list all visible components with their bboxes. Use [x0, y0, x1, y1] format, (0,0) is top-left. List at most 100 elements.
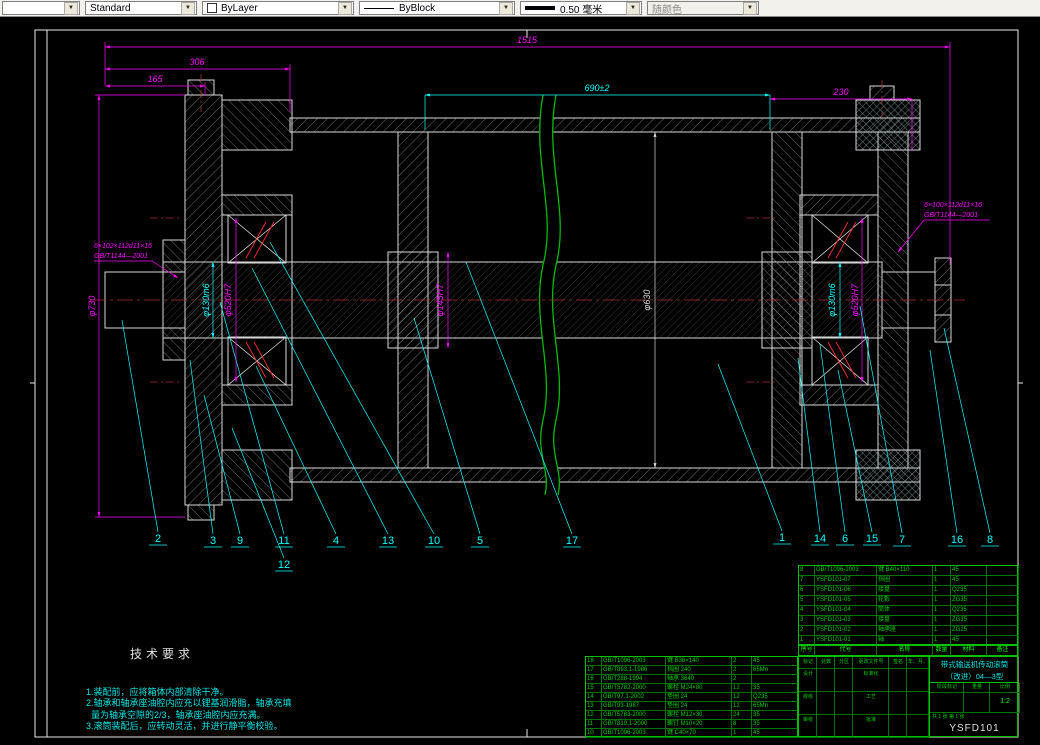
balloon-label: 1: [779, 532, 785, 544]
table-cell: YSFD101-05: [815, 596, 877, 606]
table-cell: 签名: [889, 657, 907, 669]
table-cell: 接盘: [877, 586, 933, 596]
table-cell: Q235: [951, 606, 987, 616]
right-bearing-bottom: [811, 336, 869, 386]
table-cell: ZG25: [951, 626, 987, 636]
technical-requirements: 技术要求 1.装配前，应将箱体内部清除干净。 2.轴承和轴承座油腔内应充以锂基润滑…: [86, 626, 292, 744]
balloon-label: 5: [477, 535, 483, 547]
drawing-number: YSFD101: [949, 723, 1000, 734]
table-cell: 键 B36×140: [666, 657, 732, 666]
balloon-label: 10: [428, 535, 440, 547]
balloon-label: 12: [278, 559, 290, 571]
table-cell: [835, 669, 853, 692]
table-cell: [907, 669, 929, 692]
table-cell: 2: [732, 657, 752, 666]
balloon-label: 2: [155, 533, 161, 545]
table-cell: YSFD101-07: [815, 576, 877, 586]
title-block-bottom: 共 1 张 第 1 张 YSFD101: [929, 713, 1019, 738]
table-cell: [889, 692, 907, 715]
table-cell: 4: [799, 606, 815, 616]
sheet-info: 共 1 张 第 1 张: [932, 714, 965, 720]
table-cell: [987, 616, 1019, 626]
table-cell: [835, 715, 853, 738]
table-cell: 螺钉 M10×20: [666, 720, 732, 729]
callout-left-line1: 6×102×112d11×16: [94, 243, 152, 250]
plotstyle-combo[interactable]: 随颜色 ▼: [647, 1, 759, 16]
table-cell: GB/T288-1994: [602, 675, 666, 684]
revision-header-row: 标记处数分区更改文件号签名年、月、日: [799, 657, 929, 669]
table-cell: 2: [732, 666, 752, 675]
table-cell: 筒体: [877, 606, 933, 616]
balloon-label: 6: [842, 533, 848, 545]
balloon-label: 11: [278, 535, 289, 547]
table-cell: 垫圈 24: [666, 693, 732, 702]
bom-standard-parts-table: 18 GB/T1096-2003 键 B36×140 2 45 17 GB/T893.1-1…: [585, 656, 799, 738]
balloon-label: 3: [210, 535, 216, 547]
dim-shaft-right: φ130m6: [827, 283, 837, 316]
balloon-label: 7: [899, 534, 905, 546]
lineweight-sample-icon: [525, 6, 555, 10]
table-cell: 11: [586, 720, 602, 729]
linetype-value: ByBlock: [399, 2, 436, 14]
text-style-combo[interactable]: Standard ▼: [85, 1, 197, 15]
table-cell: 8: [732, 720, 752, 729]
table-cell: 1: [933, 596, 951, 606]
balloon-label: 16: [951, 534, 963, 546]
toolbar: ▼ Standard ▼ ByLayer ▼ ByBlock ▼ 0.50 毫米…: [0, 0, 1040, 17]
table-cell: 13: [586, 702, 602, 711]
chevron-down-icon[interactable]: ▼: [181, 1, 195, 15]
chevron-down-icon[interactable]: ▼: [338, 1, 352, 15]
table-cell: 3: [799, 616, 815, 626]
table-cell: [987, 606, 1019, 616]
table-cell: ZG35: [951, 596, 987, 606]
title-block: 标记处数分区更改文件号签名年、月、日 设计 标准化校核 工艺审核 批准 带式输送机传动…: [798, 656, 1020, 738]
table-cell: 35: [752, 711, 799, 720]
table-cell: [889, 715, 907, 738]
table-cell: 年、月、日: [907, 657, 929, 669]
lineweight-combo[interactable]: 0.50 毫米 ▼: [520, 1, 642, 16]
table-cell: [907, 692, 929, 715]
table-cell: 1: [933, 626, 951, 636]
tech-req-line: 2.轴承和轴承座油腔内应充以锂基润滑脂，轴承充填: [86, 698, 292, 708]
color-combo[interactable]: ByLayer ▼: [202, 1, 354, 15]
table-cell: 批准: [853, 715, 889, 738]
table-cell: 轴承 3640: [666, 675, 732, 684]
table-cell: 1: [933, 576, 951, 586]
table-cell: 螺栓 M24×80: [666, 684, 732, 693]
table-cell: [987, 596, 1019, 606]
balloon-label: 13: [382, 535, 394, 547]
table-cell: 1: [933, 586, 951, 596]
drawing-title-line1: 带式输送机传动滚筒: [940, 660, 1009, 669]
chevron-down-icon: ▼: [743, 1, 757, 15]
table-cell: [907, 715, 929, 738]
table-cell: 16: [586, 675, 602, 684]
dim-mid-section: 690±2: [585, 83, 610, 93]
toolbar-combo-misc[interactable]: ▼: [2, 1, 80, 15]
chevron-down-icon[interactable]: ▼: [64, 1, 78, 15]
table-cell: 45: [752, 729, 799, 738]
table-cell: [987, 586, 1019, 596]
table-cell: 45: [951, 576, 987, 586]
dim-hub-bore: φ145H7: [435, 283, 445, 316]
table-cell: Q235: [951, 586, 987, 596]
table-cell: 15: [586, 684, 602, 693]
table-cell: 挡圈: [877, 576, 933, 586]
table-cell: [835, 692, 853, 715]
dim-left-end: 165: [147, 74, 163, 84]
table-cell: [889, 669, 907, 692]
table-cell: 接盘: [877, 616, 933, 626]
table-cell: 处数: [817, 657, 835, 669]
table-cell: 12: [732, 684, 752, 693]
table-cell: 6: [799, 586, 815, 596]
chevron-down-icon[interactable]: ▼: [626, 1, 640, 15]
signature-rows: 设计 标准化 校核 工艺 审核 批准: [799, 669, 929, 738]
left-bearing-bottom: [227, 336, 287, 386]
table-cell: [987, 566, 1019, 576]
table-cell: 45: [752, 657, 799, 666]
linetype-combo[interactable]: ByBlock ▼: [359, 1, 515, 15]
table-cell: 35: [752, 720, 799, 729]
table-cell: 8: [799, 566, 815, 576]
weight-value: [964, 693, 990, 713]
scale-label: 比例: [990, 683, 1020, 693]
chevron-down-icon[interactable]: ▼: [499, 1, 513, 15]
